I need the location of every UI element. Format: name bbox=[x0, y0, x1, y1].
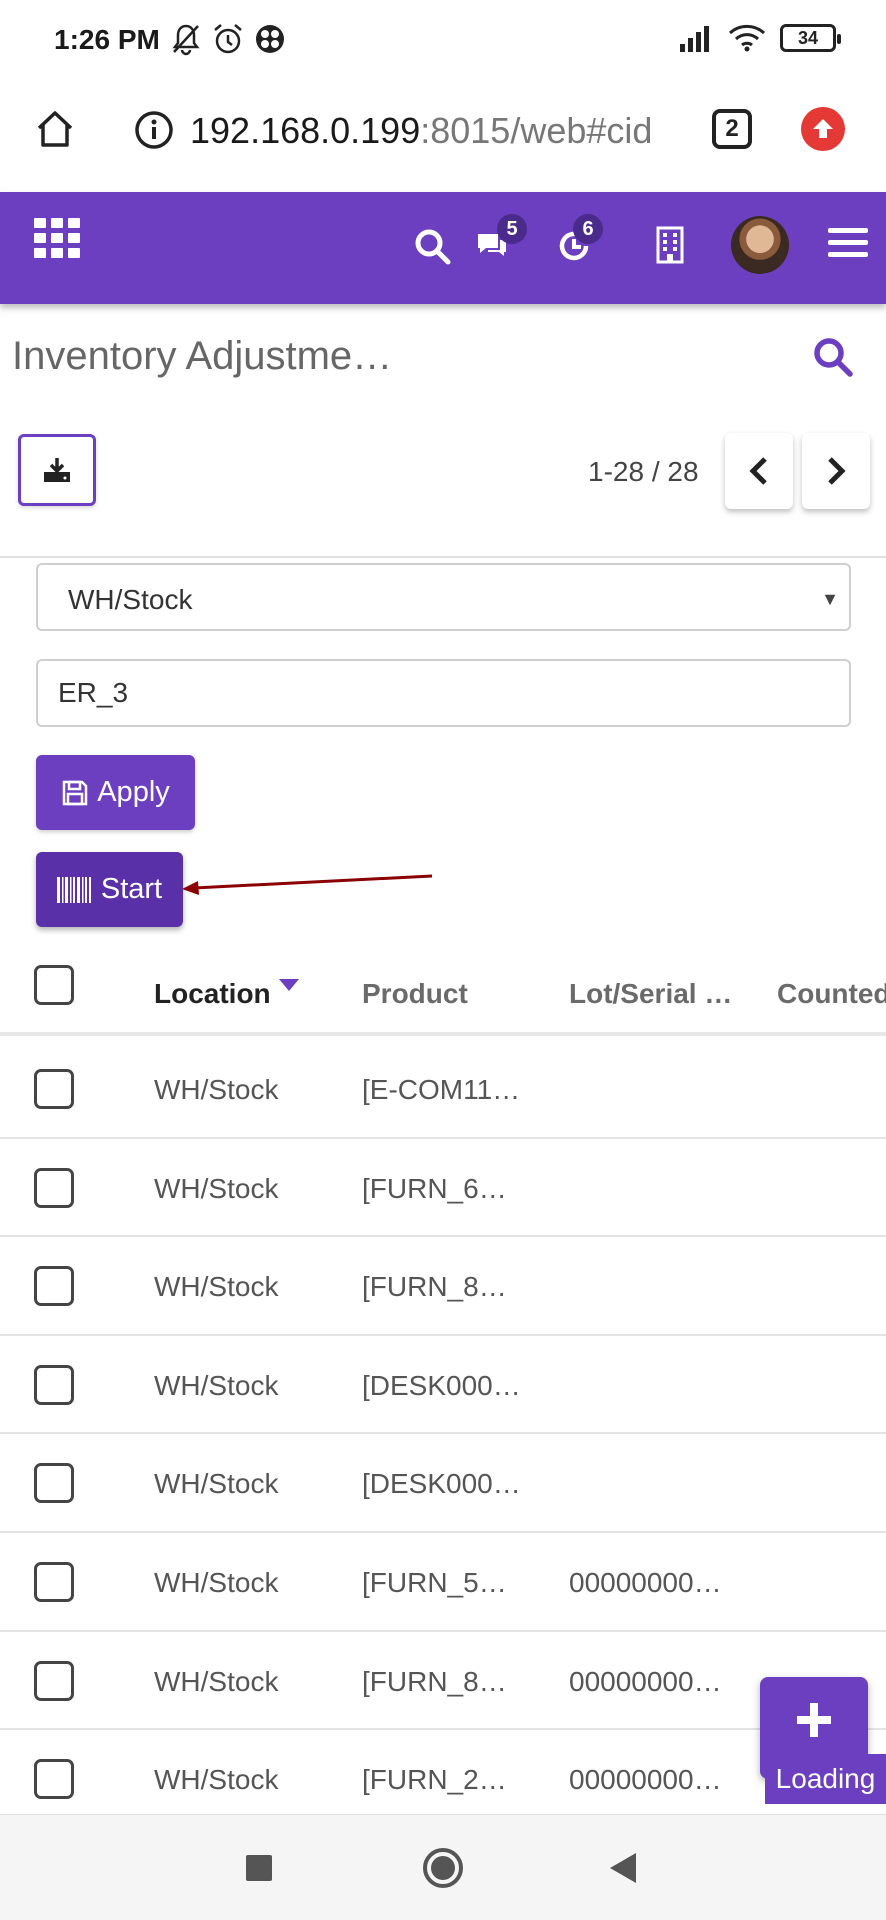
row-checkbox[interactable] bbox=[34, 1364, 74, 1405]
cell-location: WH/Stock bbox=[154, 1764, 279, 1796]
recents-icon[interactable] bbox=[246, 1855, 272, 1881]
info-icon[interactable] bbox=[134, 110, 174, 150]
app-notification-icon bbox=[256, 25, 284, 53]
table-body: WH/Stock [E-COM11… WH/Stock [FURN_6… WH/… bbox=[0, 1040, 886, 1829]
loading-indicator: Loading bbox=[765, 1754, 886, 1804]
url-path: :8015/web#cid bbox=[420, 110, 652, 151]
barcode-icon bbox=[56, 876, 91, 903]
apps-menu-icon[interactable] bbox=[34, 218, 82, 260]
annotation-arrow-icon bbox=[182, 874, 433, 895]
column-header-location[interactable]: Location bbox=[154, 978, 271, 1010]
chat-badge: 5 bbox=[497, 214, 527, 244]
user-avatar[interactable] bbox=[731, 216, 789, 274]
caret-down-icon: ▼ bbox=[821, 589, 839, 609]
column-header-product[interactable]: Product bbox=[362, 978, 468, 1010]
column-header-counted[interactable]: Counted bbox=[777, 978, 886, 1010]
pager-value[interactable]: 1-28 / 28 bbox=[588, 456, 699, 488]
cell-lot-serial: 00000000… bbox=[569, 1764, 722, 1796]
table-row[interactable]: WH/Stock [DESK000… bbox=[0, 1434, 886, 1533]
lot-serial-input[interactable] bbox=[36, 659, 851, 727]
cell-product: [E-COM11… bbox=[362, 1074, 521, 1105]
table-row[interactable]: WH/Stock [FURN_8… bbox=[0, 1237, 886, 1336]
apply-button[interactable]: Apply bbox=[36, 755, 195, 830]
activity-badge: 6 bbox=[573, 214, 603, 244]
cell-location: WH/Stock bbox=[154, 1665, 279, 1697]
hamburger-menu-icon[interactable] bbox=[828, 226, 868, 260]
status-notification-icons bbox=[170, 22, 286, 56]
row-checkbox[interactable] bbox=[34, 1660, 74, 1701]
row-checkbox[interactable] bbox=[34, 1463, 74, 1504]
row-checkbox[interactable] bbox=[34, 1266, 74, 1307]
status-bar: 1:26 PM 34 bbox=[0, 0, 886, 82]
cell-product: [DESK000… bbox=[362, 1468, 521, 1500]
row-checkbox[interactable] bbox=[34, 1167, 74, 1208]
table-row[interactable]: WH/Stock [FURN_8… 00000000… bbox=[0, 1632, 886, 1731]
table-header: Location Product Lot/Serial … Counted bbox=[0, 950, 886, 1036]
home-icon[interactable] bbox=[34, 108, 76, 150]
location-select-value: WH/Stock bbox=[68, 584, 193, 615]
browser-address-bar: 192.168.0.199:8015/web#cid 2 bbox=[0, 82, 886, 192]
android-navigation-bar bbox=[0, 1814, 886, 1920]
cell-location: WH/Stock bbox=[154, 1468, 279, 1500]
cell-lot-serial: 00000000… bbox=[569, 1665, 722, 1697]
pager-previous-button[interactable] bbox=[725, 433, 793, 509]
cell-product: [FURN_6… bbox=[362, 1172, 507, 1204]
cell-product: [FURN_8… bbox=[362, 1271, 507, 1303]
cell-lot-serial: 00000000… bbox=[569, 1566, 722, 1598]
start-button[interactable]: Start bbox=[36, 852, 183, 927]
table-row[interactable]: WH/Stock [FURN_5… 00000000… bbox=[0, 1533, 886, 1632]
cell-product: [FURN_2… bbox=[362, 1764, 507, 1796]
sort-descending-icon[interactable] bbox=[278, 978, 300, 992]
search-icon[interactable] bbox=[812, 336, 854, 378]
start-button-label: Start bbox=[100, 873, 163, 905]
column-header-lot-serial[interactable]: Lot/Serial … bbox=[569, 978, 732, 1010]
cell-location: WH/Stock bbox=[154, 1172, 279, 1204]
save-icon bbox=[62, 780, 88, 805]
row-checkbox[interactable] bbox=[34, 1759, 74, 1800]
export-button[interactable] bbox=[18, 434, 96, 506]
update-icon[interactable] bbox=[801, 107, 845, 151]
table-row[interactable]: WH/Stock [DESK000… bbox=[0, 1336, 886, 1435]
cell-location: WH/Stock bbox=[154, 1271, 279, 1303]
location-select[interactable]: WH/Stock ▼ bbox=[36, 563, 851, 631]
control-panel-divider bbox=[0, 556, 886, 558]
bell-muted-icon bbox=[172, 24, 200, 56]
chevron-left-icon bbox=[749, 457, 767, 485]
back-icon[interactable] bbox=[608, 1851, 638, 1885]
status-system-icons: 34 bbox=[678, 24, 841, 52]
home-button-icon[interactable] bbox=[423, 1848, 463, 1888]
download-icon bbox=[44, 458, 70, 482]
search-icon[interactable] bbox=[414, 228, 452, 266]
row-checkbox[interactable] bbox=[34, 1561, 74, 1602]
table-row[interactable]: WH/Stock [E-COM11… bbox=[0, 1040, 886, 1139]
status-time: 1:26 PM bbox=[54, 24, 160, 55]
apply-button-label: Apply bbox=[97, 776, 170, 808]
wifi-icon bbox=[728, 24, 766, 52]
company-building-icon[interactable] bbox=[656, 226, 684, 264]
url-host: 192.168.0.199 bbox=[190, 110, 421, 151]
cell-location: WH/Stock bbox=[154, 1369, 279, 1401]
signal-icon bbox=[680, 26, 709, 52]
cell-product: [DESK000… bbox=[362, 1369, 521, 1401]
pager-next-button[interactable] bbox=[802, 433, 870, 509]
battery-icon: 34 bbox=[780, 24, 841, 52]
row-checkbox[interactable] bbox=[34, 1069, 74, 1109]
page-title: Inventory Adjustme… bbox=[12, 334, 393, 378]
cell-product: [FURN_8… bbox=[362, 1665, 507, 1697]
url-field[interactable]: 192.168.0.199:8015/web#cid bbox=[190, 110, 652, 152]
select-all-checkbox[interactable] bbox=[34, 965, 74, 1005]
table-row[interactable]: WH/Stock [FURN_6… bbox=[0, 1139, 886, 1238]
cell-location: WH/Stock bbox=[154, 1074, 279, 1105]
plus-icon bbox=[797, 1703, 831, 1737]
alarm-icon bbox=[214, 24, 242, 54]
tab-switcher-button[interactable]: 2 bbox=[712, 109, 752, 149]
chevron-right-icon bbox=[828, 457, 846, 485]
top-navbar: 5 6 bbox=[0, 192, 886, 304]
arrow-up-icon bbox=[813, 119, 833, 138]
cell-location: WH/Stock bbox=[154, 1566, 279, 1598]
cell-product: [FURN_5… bbox=[362, 1566, 507, 1598]
